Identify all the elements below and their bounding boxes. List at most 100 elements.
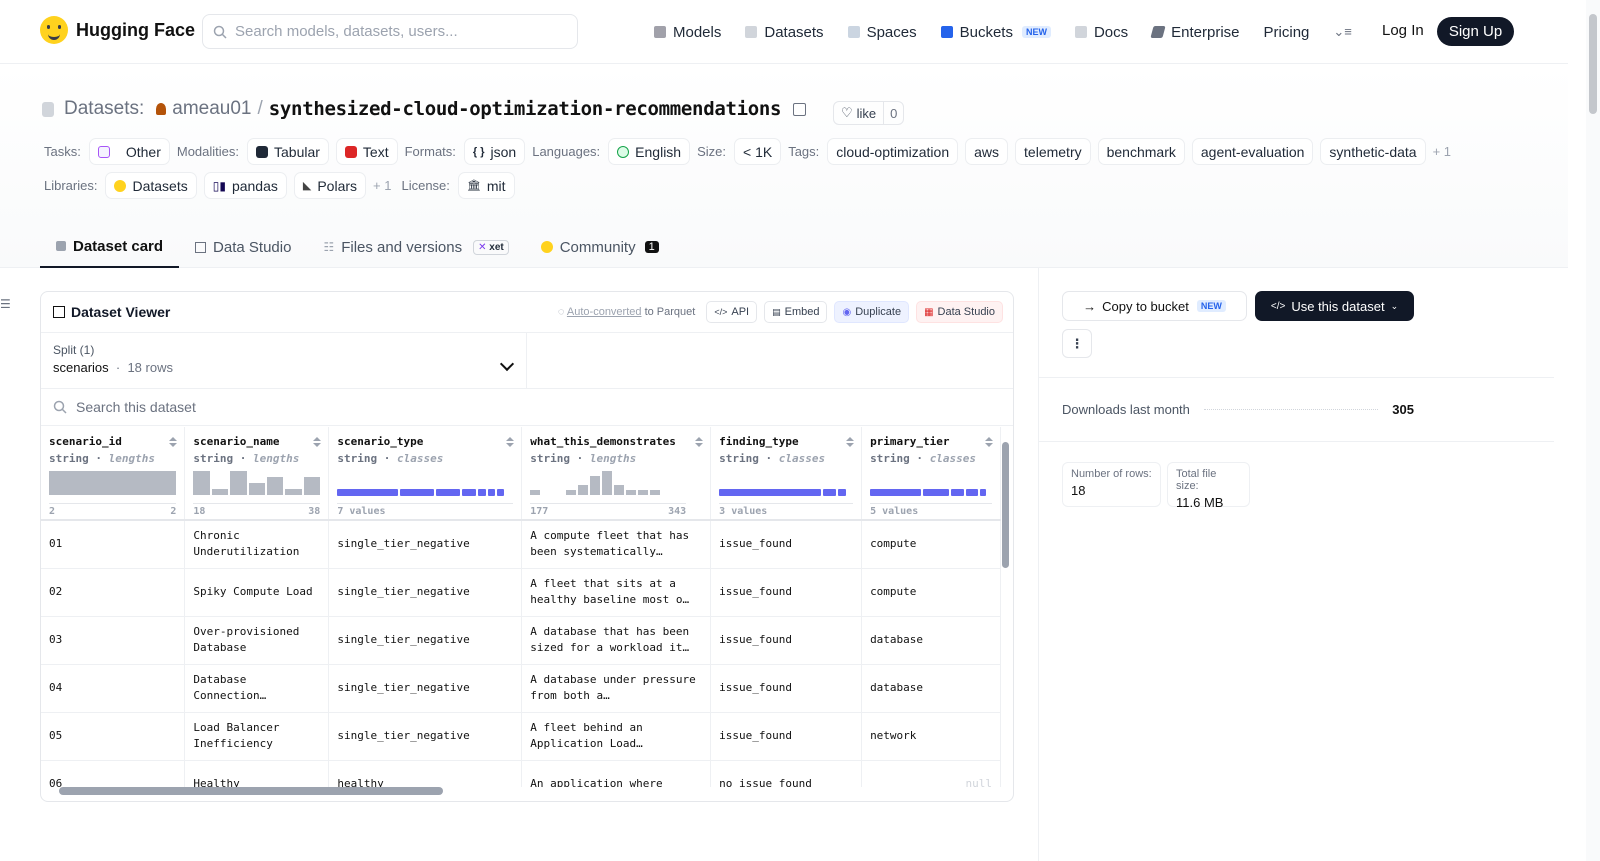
duplicate-button[interactable]: ◉ Duplicate bbox=[834, 301, 910, 323]
auto-converted-note[interactable]: ◌ Auto-converted to Parquet bbox=[558, 306, 695, 318]
table-cell[interactable]: Database Connection… bbox=[184, 664, 330, 713]
copy-icon[interactable] bbox=[793, 102, 807, 116]
tag-modality-tabular[interactable]: Tabular bbox=[247, 138, 329, 165]
histogram-bar[interactable] bbox=[566, 490, 577, 495]
histogram-bar[interactable] bbox=[638, 490, 649, 495]
table-cell[interactable]: A database under pressure from both a… bbox=[521, 664, 712, 713]
table-cell[interactable]: A compute fleet that has been systematic… bbox=[521, 520, 712, 569]
table-cell[interactable]: A fleet that sits at a healthy baseline … bbox=[521, 568, 712, 617]
sidebar-toggle-icon[interactable]: ☰ bbox=[0, 297, 11, 311]
column-header-scenario-id[interactable]: scenario_id string · lengths 22 bbox=[41, 427, 186, 521]
nav-buckets[interactable]: Buckets NEW bbox=[940, 24, 1051, 41]
sort-icon[interactable] bbox=[985, 437, 993, 448]
libraries-more[interactable]: + 1 bbox=[373, 178, 391, 193]
brand-logo[interactable]: Hugging Face bbox=[40, 16, 195, 44]
column-header-finding-type[interactable]: finding_type string · classes 3 values bbox=[710, 427, 863, 521]
dataset-search-input[interactable] bbox=[76, 399, 676, 415]
nav-enterprise[interactable]: Enterprise bbox=[1150, 24, 1240, 41]
tag-license-mit[interactable]: 🏛 mit bbox=[457, 172, 515, 199]
table-row[interactable]: 06 Healthy healthy An application where no_i… bbox=[41, 760, 1001, 787]
table-cell[interactable]: 02 bbox=[41, 568, 186, 617]
tag-library-datasets[interactable]: Datasets bbox=[105, 172, 197, 199]
histogram-bar[interactable] bbox=[267, 477, 284, 495]
column-header-scenario-name[interactable]: scenario_name string · lengths 18 38 bbox=[184, 427, 330, 521]
table-cell[interactable]: issue_found bbox=[710, 712, 863, 761]
table-cell[interactable]: compute bbox=[861, 520, 1001, 569]
tag-telemetry[interactable]: telemetry bbox=[1015, 138, 1091, 165]
dataset-name-link[interactable]: synthesized-cloud-optimization-recommend… bbox=[269, 98, 782, 120]
tag-synthetic-data[interactable]: synthetic-data bbox=[1320, 138, 1426, 165]
tag-language-english[interactable]: English bbox=[608, 138, 691, 165]
tag-task[interactable]: Other bbox=[88, 138, 170, 165]
table-horizontal-scrollbar[interactable] bbox=[47, 787, 992, 795]
page-scrollbar-thumb[interactable] bbox=[1589, 14, 1597, 114]
histogram-bar[interactable] bbox=[578, 485, 589, 495]
table-cell[interactable]: A database that has been sized for a wor… bbox=[521, 616, 712, 665]
tag-aws[interactable]: aws bbox=[965, 138, 1009, 165]
table-cell[interactable]: Load Balancer Inefficiency bbox=[184, 712, 330, 761]
table-cell[interactable]: Spiky Compute Load bbox=[184, 568, 330, 617]
nav-docs[interactable]: Docs bbox=[1074, 24, 1128, 41]
tab-community[interactable]: Community 1 bbox=[525, 226, 675, 268]
data-studio-button[interactable]: ▦ Data Studio bbox=[916, 301, 1003, 323]
dataset-search[interactable] bbox=[41, 389, 1013, 426]
tag-size[interactable]: < 1K bbox=[734, 138, 782, 165]
tag-library-pandas[interactable]: ▯▮ pandas bbox=[203, 172, 287, 199]
histogram-bar[interactable] bbox=[590, 475, 601, 495]
nav-more-menu[interactable]: ⌄≡ bbox=[1333, 24, 1351, 40]
api-button[interactable]: </> API bbox=[706, 301, 758, 323]
histogram-bar[interactable] bbox=[211, 489, 229, 495]
signup-button[interactable]: Sign Up bbox=[1437, 17, 1514, 46]
histogram-bar[interactable] bbox=[285, 489, 302, 495]
histogram-bar[interactable] bbox=[230, 471, 247, 495]
histogram-bar[interactable] bbox=[626, 490, 637, 495]
tag-benchmark[interactable]: benchmark bbox=[1097, 138, 1185, 165]
table-cell[interactable]: compute bbox=[861, 568, 1001, 617]
table-cell[interactable]: network bbox=[861, 712, 1001, 761]
more-options-button[interactable]: ⋮ bbox=[1062, 329, 1092, 358]
table-cell[interactable]: single_tier_negative bbox=[328, 568, 523, 617]
column-header-what-this-demonstrates[interactable]: what_this_demonstrates string · lengths … bbox=[521, 427, 712, 521]
histogram-bar[interactable] bbox=[49, 471, 177, 495]
sort-icon[interactable] bbox=[695, 437, 704, 448]
histogram-bar[interactable] bbox=[193, 471, 210, 495]
copy-to-bucket-button[interactable]: → Copy to bucket NEW bbox=[1062, 291, 1247, 321]
table-row[interactable]: 05 Load Balancer Inefficiency single_tier_… bbox=[41, 712, 1001, 761]
table-row[interactable]: 03 Over-provisioned Database single_tier_n… bbox=[41, 616, 1001, 665]
histogram-bar[interactable] bbox=[602, 471, 613, 495]
login-link[interactable]: Log In bbox=[1382, 22, 1424, 39]
histogram-bar[interactable] bbox=[248, 483, 266, 495]
auto-converted-link[interactable]: Auto-converted bbox=[567, 306, 642, 318]
table-cell[interactable]: healthy bbox=[328, 760, 523, 787]
tag-cloud-optimization[interactable]: cloud-optimization bbox=[827, 138, 959, 165]
nav-spaces[interactable]: Spaces bbox=[847, 24, 917, 41]
like-button[interactable]: ♡ like 0 bbox=[833, 101, 905, 125]
sort-icon[interactable] bbox=[846, 437, 855, 448]
scrollbar-thumb[interactable] bbox=[1002, 442, 1009, 568]
column-header-scenario-type[interactable]: scenario_type string · classes 7 values bbox=[328, 427, 523, 521]
sort-icon[interactable] bbox=[313, 437, 322, 448]
sort-icon[interactable] bbox=[169, 437, 178, 448]
table-cell[interactable]: null bbox=[861, 760, 1001, 787]
table-cell[interactable]: 03 bbox=[41, 616, 186, 665]
table-vertical-scrollbar[interactable] bbox=[1002, 432, 1009, 777]
table-cell[interactable]: database bbox=[861, 616, 1001, 665]
table-cell[interactable]: issue_found bbox=[710, 616, 863, 665]
table-cell[interactable]: single_tier_negative bbox=[328, 520, 523, 569]
table-row[interactable]: 02 Spiky Compute Load single_tier_negative… bbox=[41, 568, 1001, 617]
table-cell[interactable]: database bbox=[861, 664, 1001, 713]
use-this-dataset-button[interactable]: </> Use this dataset ⌄ bbox=[1255, 291, 1414, 321]
tag-modality-text[interactable]: Text bbox=[335, 138, 398, 165]
table-cell[interactable]: 04 bbox=[41, 664, 186, 713]
global-search[interactable] bbox=[202, 14, 578, 49]
owner-link[interactable]: ameau01 bbox=[172, 98, 251, 120]
table-cell[interactable]: Over-provisioned Database bbox=[184, 616, 330, 665]
scrollbar-thumb[interactable] bbox=[59, 787, 443, 795]
tab-data-studio[interactable]: Data Studio bbox=[179, 226, 307, 268]
histogram-bar[interactable] bbox=[650, 490, 661, 495]
tag-library-polars[interactable]: ◣ Polars bbox=[293, 172, 367, 199]
nav-pricing[interactable]: Pricing bbox=[1264, 24, 1310, 41]
tags-more[interactable]: + 1 bbox=[1433, 144, 1451, 159]
table-cell[interactable]: issue_found bbox=[710, 664, 863, 713]
table-cell[interactable]: single_tier_negative bbox=[328, 712, 523, 761]
